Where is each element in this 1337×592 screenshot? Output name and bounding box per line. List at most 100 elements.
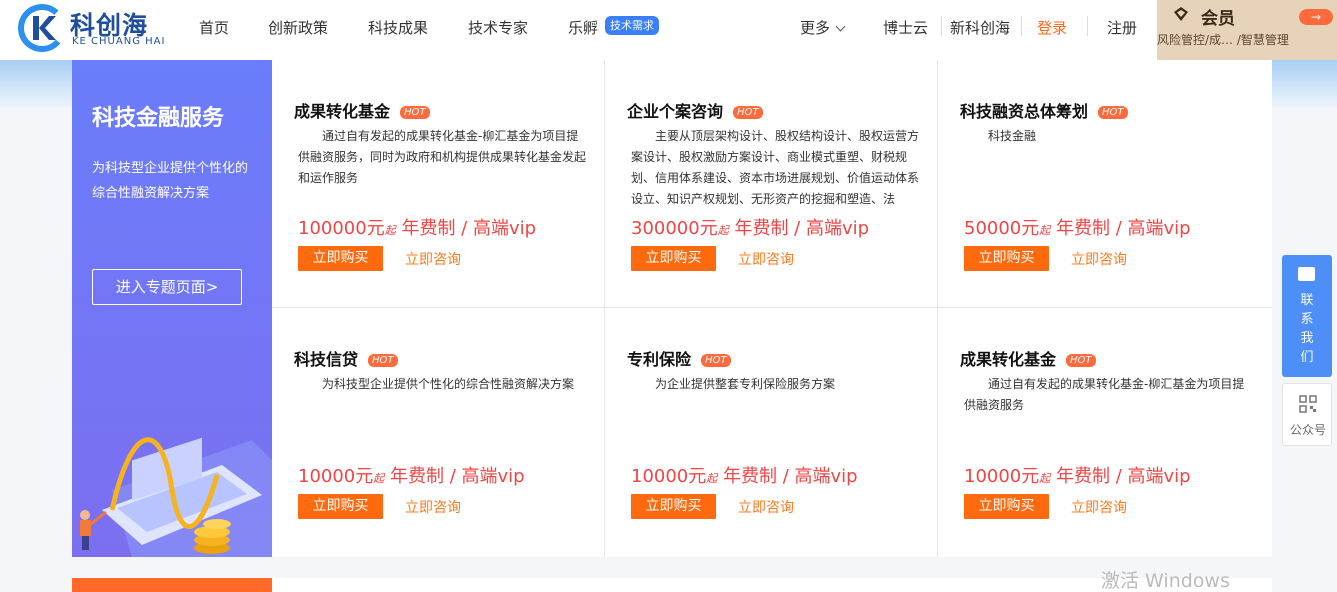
price-qi: 起 bbox=[384, 224, 396, 237]
member-title: 会员 bbox=[1201, 9, 1235, 29]
service-card: 科技融资总体筹划 HOT 科技金融 50000元起 年费制 / 高端vip 立即购… bbox=[938, 60, 1272, 308]
price-suffix: 年费制 / 高端vip bbox=[1050, 466, 1191, 487]
buy-now-button[interactable]: 立即购买 bbox=[298, 494, 383, 519]
enter-topic-button[interactable]: 进入专题页面> bbox=[92, 269, 242, 305]
service-card: 专利保险 HOT 为企业提供整套专利保险服务方案 10000元起 年费制 / 高端… bbox=[605, 308, 938, 557]
consult-link[interactable]: 立即咨询 bbox=[1071, 249, 1127, 269]
qr-code-icon bbox=[1299, 395, 1317, 413]
hot-badge: HOT bbox=[733, 106, 763, 119]
card-title-text: 科技融资总体筹划 bbox=[960, 102, 1089, 121]
price-amount: 10000元 bbox=[631, 466, 707, 487]
price-qi: 起 bbox=[706, 472, 718, 485]
nav-tech-experts[interactable]: 技术专家 bbox=[468, 17, 528, 38]
card-title: 企业个案咨询 HOT bbox=[627, 98, 763, 122]
consult-link[interactable]: 立即咨询 bbox=[738, 497, 794, 517]
price-qi: 起 bbox=[1039, 224, 1051, 237]
card-price: 100000元起 年费制 / 高端vip bbox=[298, 214, 536, 240]
card-title: 成果转化基金 HOT bbox=[294, 98, 430, 122]
logo-mark-icon bbox=[18, 4, 66, 52]
price-suffix: 年费制 / 高端vip bbox=[395, 218, 537, 239]
nav-innovation-policy[interactable]: 创新政策 bbox=[268, 17, 328, 38]
nav-lefu[interactable]: 乐孵 bbox=[568, 17, 598, 38]
nav-tech-results[interactable]: 科技成果 bbox=[368, 17, 428, 38]
price-suffix: 年费制 / 高端vip bbox=[728, 218, 870, 239]
card-title-text: 成果转化基金 bbox=[294, 102, 391, 121]
logo-text-en: KE CHUANG HAI bbox=[72, 36, 166, 47]
price-qi: 起 bbox=[1039, 472, 1051, 485]
price-qi: 起 bbox=[717, 224, 729, 237]
top-header: 科创海 KE CHUANG HAI 首页 创新政策 科技成果 技术专家 乐孵 技… bbox=[0, 0, 1337, 60]
service-card: 成果转化基金 HOT 通过自有发起的成果转化基金-柳汇基金为项目提供融资服务，同时… bbox=[272, 60, 605, 308]
card-title: 科技信贷 HOT bbox=[294, 346, 398, 370]
price-amount: 100000元 bbox=[298, 218, 385, 239]
finance-services-panel: 科技金融服务 为科技型企业提供个性化的综合性融资解决方案 进入专题页面> 成果转… bbox=[72, 60, 1272, 557]
consult-link[interactable]: 立即咨询 bbox=[405, 497, 461, 517]
banner-title: 科技金融服务 bbox=[92, 106, 225, 131]
banner-description: 为科技型企业提供个性化的综合性融资解决方案 bbox=[92, 161, 249, 201]
hot-badge: HOT bbox=[400, 106, 430, 119]
buy-now-button[interactable]: 立即购买 bbox=[964, 494, 1049, 519]
service-banner: 科技金融服务 为科技型企业提供个性化的综合性融资解决方案 进入专题页面> bbox=[72, 60, 272, 557]
card-description: 通过自有发起的成果转化基金-柳汇基金为项目提供融资服务 bbox=[964, 377, 1245, 412]
card-price: 10000元起 年费制 / 高端vip bbox=[298, 462, 525, 488]
card-description: 为企业提供整套专利保险服务方案 bbox=[655, 377, 836, 391]
nav-more[interactable]: 更多 bbox=[800, 17, 846, 38]
wechat-official-label: 公众号 bbox=[1289, 423, 1326, 437]
price-suffix: 年费制 / 高端vip bbox=[717, 466, 858, 487]
wechat-official-button[interactable]: 公众号 bbox=[1282, 383, 1332, 446]
contact-us-label: 联系我们 bbox=[1300, 293, 1314, 365]
card-price: 300000元起 年费制 / 高端vip bbox=[631, 214, 869, 240]
consult-link[interactable]: 立即咨询 bbox=[1071, 497, 1127, 517]
buy-now-button[interactable]: 立即购买 bbox=[964, 246, 1049, 271]
nav-divider bbox=[941, 16, 942, 36]
card-description: 科技金融 bbox=[988, 129, 1037, 143]
nav-home[interactable]: 首页 bbox=[199, 17, 229, 38]
buy-now-button[interactable]: 立即购买 bbox=[631, 494, 716, 519]
hot-badge: HOT bbox=[701, 354, 731, 367]
card-title: 科技融资总体筹划 HOT bbox=[960, 98, 1128, 122]
hot-badge: HOT bbox=[1066, 354, 1096, 367]
nav-divider bbox=[1021, 16, 1022, 36]
card-description: 通过自有发起的成果转化基金-柳汇基金为项目提供融资服务，同时为政府和机构提供成果… bbox=[298, 129, 587, 185]
price-suffix: 年费制 / 高端vip bbox=[1050, 218, 1191, 239]
buy-now-button[interactable]: 立即购买 bbox=[631, 246, 716, 271]
windows-activation-watermark: 激活 Windows bbox=[1101, 570, 1230, 592]
register-link[interactable]: 注册 bbox=[1107, 17, 1137, 38]
card-title: 专利保险 HOT bbox=[627, 346, 731, 370]
chevron-down-icon bbox=[835, 21, 846, 32]
login-link[interactable]: 登录 bbox=[1037, 17, 1067, 38]
member-promo[interactable]: 会员 风险管控/成… /智慧管理 → bbox=[1157, 0, 1337, 60]
price-suffix: 年费制 / 高端vip bbox=[384, 466, 525, 487]
card-title: 成果转化基金 HOT bbox=[960, 346, 1096, 370]
card-price: 10000元起 年费制 / 高端vip bbox=[631, 462, 858, 488]
card-title-text: 科技信贷 bbox=[294, 350, 359, 369]
service-card: 成果转化基金 HOT 通过自有发起的成果转化基金-柳汇基金为项目提供融资服务 10… bbox=[938, 308, 1272, 557]
card-price: 10000元起 年费制 / 高端vip bbox=[964, 462, 1191, 488]
nav-xinkechuanghai[interactable]: 新科创海 bbox=[950, 17, 1010, 38]
card-description: 为科技型企业提供个性化的综合性融资解决方案 bbox=[322, 377, 575, 391]
next-section-banner bbox=[72, 578, 272, 592]
hot-badge: HOT bbox=[1098, 106, 1128, 119]
card-price: 50000元起 年费制 / 高端vip bbox=[964, 214, 1191, 240]
chat-icon bbox=[1298, 267, 1315, 281]
site-logo[interactable]: 科创海 KE CHUANG HAI bbox=[18, 4, 168, 54]
price-qi: 起 bbox=[373, 472, 385, 485]
card-title-text: 专利保险 bbox=[627, 350, 692, 369]
card-title-text: 成果转化基金 bbox=[960, 350, 1057, 369]
nav-tech-demand-badge[interactable]: 技术需求 bbox=[605, 16, 659, 35]
nav-divider bbox=[1087, 16, 1088, 36]
consult-link[interactable]: 立即咨询 bbox=[405, 249, 461, 269]
price-amount: 50000元 bbox=[964, 218, 1040, 239]
card-description: 主要从顶层架构设计、股权结构设计、股权运营方案设计、股权激励方案设计、商业模式重… bbox=[631, 129, 920, 206]
contact-us-button[interactable]: 联系我们 bbox=[1282, 255, 1332, 377]
price-amount: 300000元 bbox=[631, 218, 718, 239]
diamond-icon bbox=[1174, 7, 1188, 21]
nav-boshiyun[interactable]: 博士云 bbox=[883, 17, 928, 38]
arrow-right-icon[interactable]: → bbox=[1299, 9, 1333, 25]
finance-illustration bbox=[80, 437, 272, 557]
consult-link[interactable]: 立即咨询 bbox=[738, 249, 794, 269]
nav-more-label: 更多 bbox=[800, 19, 831, 37]
member-subtitle: 风险管控/成… /智慧管理 bbox=[1157, 33, 1289, 47]
service-card: 企业个案咨询 HOT 主要从顶层架构设计、股权结构设计、股权运营方案设计、股权激励… bbox=[605, 60, 938, 308]
buy-now-button[interactable]: 立即购买 bbox=[298, 246, 383, 271]
